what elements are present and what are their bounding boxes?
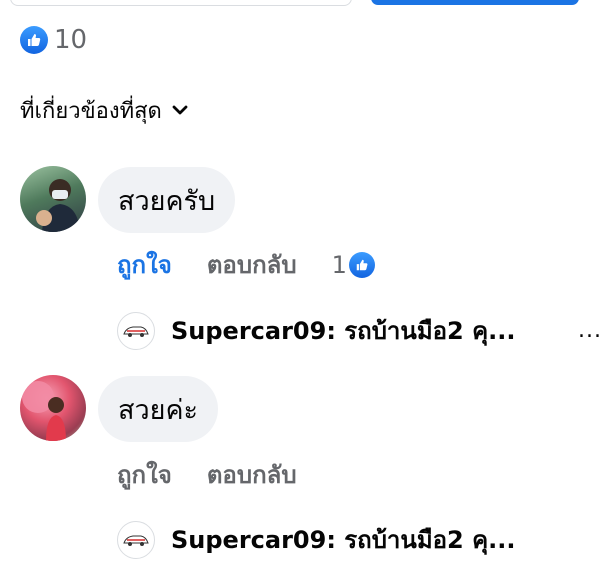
reaction-summary[interactable]: 10 [20,26,87,54]
car-logo-icon [117,520,155,559]
avatar[interactable] [20,375,86,441]
chevron-down-icon [172,105,188,117]
comment-actions: ถูกใจ ตอบกลับ [117,455,297,494]
comment-input-partial[interactable] [10,0,352,6]
comment-text: สวยครับ [118,185,216,217]
reply-preview[interactable]: Supercar09: รถบ้านมือ2 คุ... [117,311,516,350]
like-button[interactable]: ถูกใจ [117,245,172,284]
comment-bubble: สวยครับ [98,167,236,233]
sort-dropdown[interactable]: ที่เกี่ยวข้องที่สุด [20,93,188,128]
reply-button[interactable]: ตอบกลับ [207,455,297,494]
primary-button-partial[interactable] [371,0,579,5]
reply-preview-text: Supercar09: รถบ้านมือ2 คุ... [171,526,516,554]
reply-preview[interactable]: Supercar09: รถบ้านมือ2 คุ... [117,520,516,559]
comment-text: สวยค่ะ [118,394,199,426]
reaction-count-value: 1 [331,250,347,279]
comment-actions: ถูกใจ ตอบกลับ 1 [117,245,375,284]
reaction-count: 10 [54,25,88,55]
comment-bubble: สวยค่ะ [98,376,219,442]
car-logo-icon [117,311,155,350]
thumbs-up-icon [348,251,375,278]
like-button[interactable]: ถูกใจ [117,455,172,494]
more-options-button[interactable]: ... [578,318,600,343]
sort-label: ที่เกี่ยวข้องที่สุด [20,99,162,124]
comments-panel: 10 ที่เกี่ยวข้องที่สุด สวยครับ ถูกใจ ตอบ… [0,0,600,579]
avatar[interactable] [20,166,86,232]
reply-button[interactable]: ตอบกลับ [207,245,297,284]
reply-preview-text: Supercar09: รถบ้านมือ2 คุ... [171,317,516,345]
comment-reaction-count[interactable]: 1 [332,251,375,279]
thumbs-up-icon [20,26,48,54]
